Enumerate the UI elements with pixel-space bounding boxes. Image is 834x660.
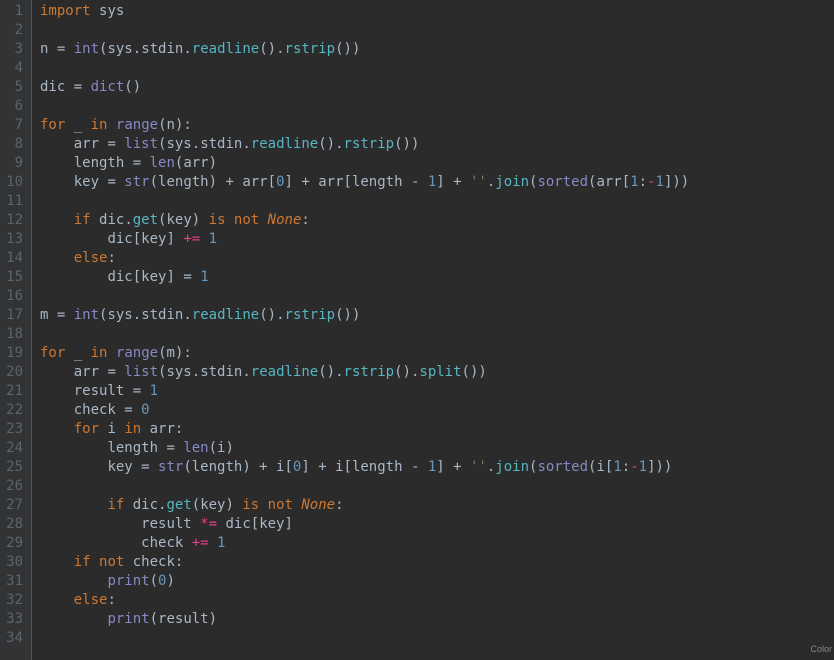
code-line[interactable]: m = int(sys.stdin.readline().rstrip()) bbox=[40, 306, 834, 325]
code-line[interactable] bbox=[40, 629, 834, 648]
code-line[interactable]: else: bbox=[40, 591, 834, 610]
code-content[interactable]: import sys n = int(sys.stdin.readline().r… bbox=[32, 0, 834, 660]
code-line[interactable]: dic[key] += 1 bbox=[40, 230, 834, 249]
code-line[interactable] bbox=[40, 325, 834, 344]
line-number: 5 bbox=[4, 78, 23, 97]
code-line[interactable]: if dic.get(key) is not None: bbox=[40, 211, 834, 230]
line-number: 17 bbox=[4, 306, 23, 325]
line-number: 7 bbox=[4, 116, 23, 135]
line-number: 22 bbox=[4, 401, 23, 420]
code-line[interactable]: key = str(length) + i[0] + i[length - 1]… bbox=[40, 458, 834, 477]
code-line[interactable]: print(0) bbox=[40, 572, 834, 591]
line-number: 24 bbox=[4, 439, 23, 458]
line-number: 34 bbox=[4, 629, 23, 648]
line-number: 3 bbox=[4, 40, 23, 59]
line-number: 13 bbox=[4, 230, 23, 249]
code-line[interactable] bbox=[40, 59, 834, 78]
line-number: 4 bbox=[4, 59, 23, 78]
line-number: 23 bbox=[4, 420, 23, 439]
line-number: 32 bbox=[4, 591, 23, 610]
code-line[interactable]: key = str(length) + arr[0] + arr[length … bbox=[40, 173, 834, 192]
code-line[interactable]: check = 0 bbox=[40, 401, 834, 420]
code-line[interactable]: import sys bbox=[40, 2, 834, 21]
code-line[interactable] bbox=[40, 97, 834, 116]
code-line[interactable]: dic[key] = 1 bbox=[40, 268, 834, 287]
line-number: 28 bbox=[4, 515, 23, 534]
code-line[interactable]: check += 1 bbox=[40, 534, 834, 553]
line-number: 27 bbox=[4, 496, 23, 515]
code-line[interactable]: for _ in range(m): bbox=[40, 344, 834, 363]
line-number: 33 bbox=[4, 610, 23, 629]
line-number: 15 bbox=[4, 268, 23, 287]
code-line[interactable] bbox=[40, 192, 834, 211]
code-line[interactable]: arr = list(sys.stdin.readline().rstrip()… bbox=[40, 363, 834, 382]
code-line[interactable]: dic = dict() bbox=[40, 78, 834, 97]
line-number: 16 bbox=[4, 287, 23, 306]
line-number: 20 bbox=[4, 363, 23, 382]
code-line[interactable] bbox=[40, 21, 834, 40]
line-number: 8 bbox=[4, 135, 23, 154]
code-line[interactable]: if dic.get(key) is not None: bbox=[40, 496, 834, 515]
code-line[interactable] bbox=[40, 477, 834, 496]
line-number: 26 bbox=[4, 477, 23, 496]
line-number: 19 bbox=[4, 344, 23, 363]
code-line[interactable]: result *= dic[key] bbox=[40, 515, 834, 534]
line-number: 14 bbox=[4, 249, 23, 268]
code-editor: 1234567891011121314151617181920212223242… bbox=[0, 0, 834, 660]
code-line[interactable]: length = len(i) bbox=[40, 439, 834, 458]
code-line[interactable]: result = 1 bbox=[40, 382, 834, 401]
code-line[interactable]: else: bbox=[40, 249, 834, 268]
line-number: 29 bbox=[4, 534, 23, 553]
line-number: 10 bbox=[4, 173, 23, 192]
footer-label: Color bbox=[810, 640, 832, 659]
code-line[interactable] bbox=[40, 287, 834, 306]
line-number: 31 bbox=[4, 572, 23, 591]
line-number: 1 bbox=[4, 2, 23, 21]
code-line[interactable]: for i in arr: bbox=[40, 420, 834, 439]
code-line[interactable]: if not check: bbox=[40, 553, 834, 572]
line-number: 2 bbox=[4, 21, 23, 40]
line-number: 25 bbox=[4, 458, 23, 477]
line-number-gutter: 1234567891011121314151617181920212223242… bbox=[0, 0, 32, 660]
code-line[interactable]: length = len(arr) bbox=[40, 154, 834, 173]
line-number: 12 bbox=[4, 211, 23, 230]
code-line[interactable]: arr = list(sys.stdin.readline().rstrip()… bbox=[40, 135, 834, 154]
code-line[interactable]: n = int(sys.stdin.readline().rstrip()) bbox=[40, 40, 834, 59]
line-number: 18 bbox=[4, 325, 23, 344]
line-number: 9 bbox=[4, 154, 23, 173]
line-number: 6 bbox=[4, 97, 23, 116]
code-line[interactable]: for _ in range(n): bbox=[40, 116, 834, 135]
line-number: 11 bbox=[4, 192, 23, 211]
line-number: 21 bbox=[4, 382, 23, 401]
code-line[interactable]: print(result) bbox=[40, 610, 834, 629]
line-number: 30 bbox=[4, 553, 23, 572]
